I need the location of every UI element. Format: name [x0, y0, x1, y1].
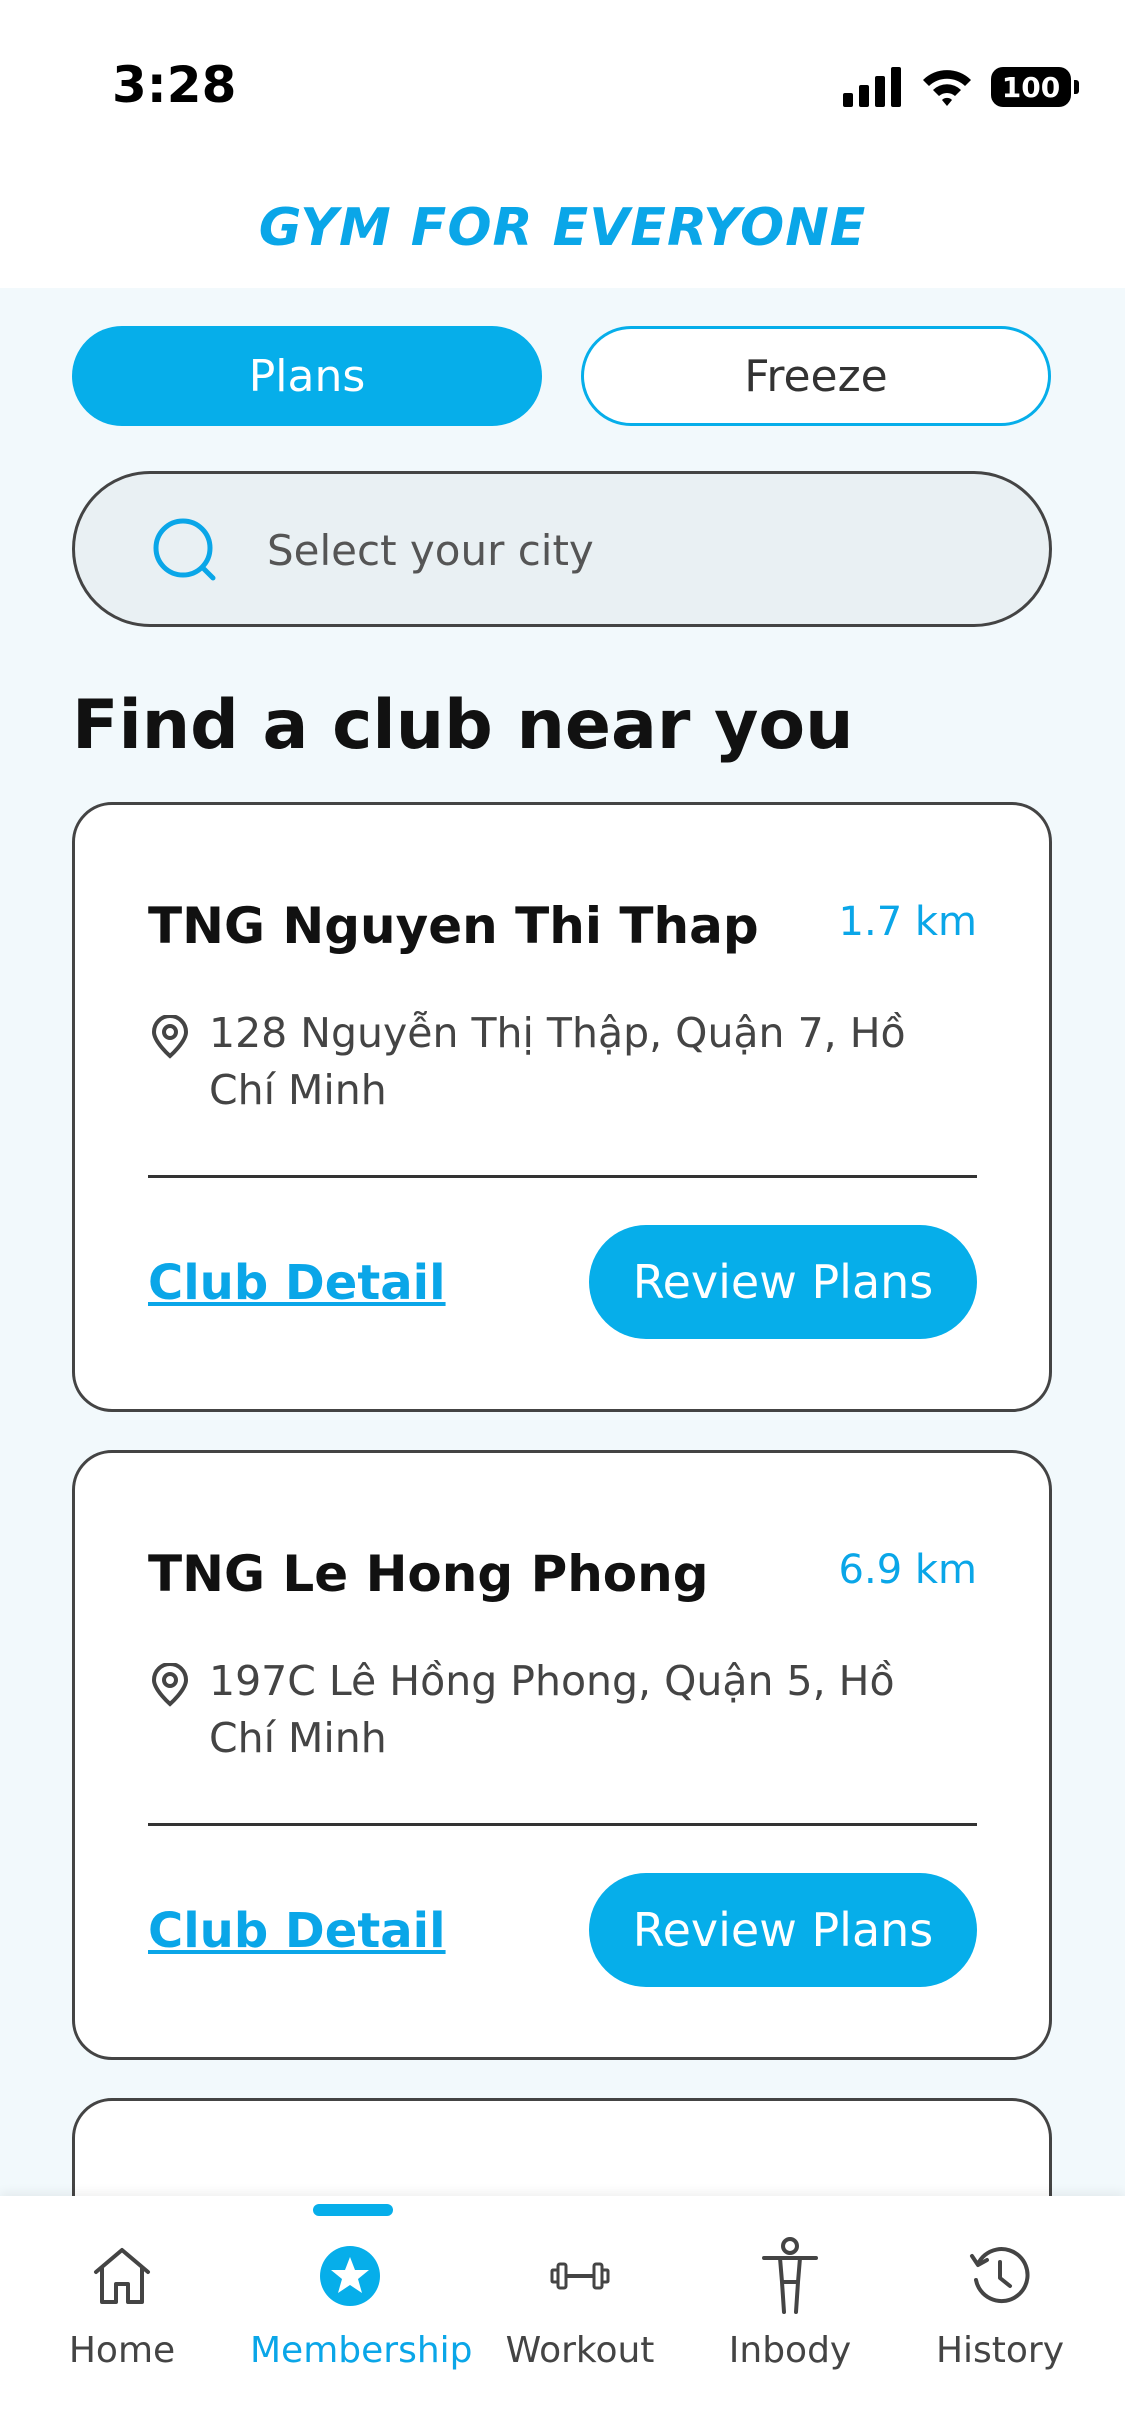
club-detail-link[interactable]: Club Detail: [148, 1903, 446, 1959]
club-distance: 6.9 km: [838, 1547, 977, 1593]
bottom-tab-bar: Home Membership Workout Inbody History: [0, 2196, 1125, 2436]
cellular-signal-icon: [843, 67, 901, 107]
tab-label: Workout: [505, 2330, 655, 2371]
review-plans-button[interactable]: Review Plans: [589, 1873, 977, 1987]
club-address: 128 Nguyễn Thị Thập, Quận 7, Hồ Chí Minh: [209, 1009, 906, 1114]
home-icon: [94, 2248, 150, 2304]
wifi-icon: [923, 70, 971, 106]
card-divider: [148, 1175, 977, 1178]
tab-inbody[interactable]: Inbody: [690, 2236, 890, 2371]
status-time: 3:28: [112, 56, 237, 114]
tab-label: Home: [68, 2330, 176, 2371]
status-icons: 100: [843, 62, 1079, 112]
tab-home[interactable]: Home: [22, 2236, 222, 2371]
tab-label: Inbody: [728, 2330, 852, 2371]
club-card: TNG Le Hong Phong 6.9 km 197C Lê Hồng Ph…: [72, 1450, 1052, 2060]
status-bar: 3:28 100: [0, 0, 1125, 170]
tab-workout[interactable]: Workout: [480, 2236, 680, 2371]
tab-freeze[interactable]: Freeze: [581, 326, 1051, 426]
battery-icon: 100: [991, 67, 1079, 107]
dumbbell-icon: [550, 2262, 610, 2290]
section-title: Find a club near you: [72, 686, 854, 765]
club-distance: 1.7 km: [838, 899, 977, 945]
search-icon: [153, 518, 216, 581]
club-card: TNG Nguyen Thi Thap 1.7 km 128 Nguyễn Th…: [72, 802, 1052, 1412]
location-pin-icon: [151, 1663, 189, 1707]
card-divider: [148, 1823, 977, 1826]
club-address: 197C Lê Hồng Phong, Quận 5, Hồ Chí Minh: [209, 1657, 895, 1762]
tab-plans[interactable]: Plans: [72, 326, 542, 426]
tab-label: History: [935, 2330, 1065, 2371]
search-placeholder: Select your city: [267, 526, 594, 575]
club-name: TNG Le Hong Phong: [148, 1545, 709, 1603]
tab-label: Membership: [250, 2330, 473, 2371]
body-icon: [762, 2237, 818, 2314]
tab-history[interactable]: History: [900, 2236, 1100, 2371]
tab-membership[interactable]: Membership: [250, 2236, 473, 2371]
battery-level: 100: [1001, 70, 1061, 104]
club-detail-link[interactable]: Club Detail: [148, 1255, 446, 1311]
brand-title: GYM FOR EVERYONE: [258, 198, 867, 258]
city-search-input[interactable]: Select your city: [72, 471, 1052, 627]
location-pin-icon: [151, 1015, 189, 1059]
review-plans-button[interactable]: Review Plans: [589, 1225, 977, 1339]
history-clock-icon: [970, 2247, 1030, 2303]
active-tab-indicator: [313, 2204, 393, 2216]
membership-star-icon: [320, 2246, 380, 2306]
club-name: TNG Nguyen Thi Thap: [148, 897, 759, 955]
app-header: GYM FOR EVERYONE: [0, 170, 1125, 288]
